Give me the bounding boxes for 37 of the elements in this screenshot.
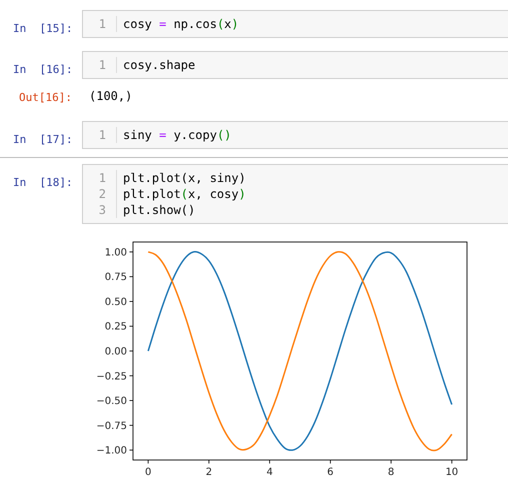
y-tick-label: 0.25 (104, 322, 127, 333)
input-prompt: In [18]: (13, 176, 73, 189)
input-prompt: In [16]: (13, 63, 73, 76)
code-line: cosy = np.cos(x) (123, 16, 239, 32)
code-line: plt.plot(x, cosy) (123, 186, 246, 202)
y-tick-label: −0.50 (96, 396, 127, 408)
code-editor[interactable]: 1 siny = y.copy() (82, 121, 508, 149)
line-number: 1 (98, 127, 106, 143)
code-line: plt.show() (123, 202, 196, 218)
y-tick-label: 0.50 (104, 296, 127, 308)
x-tick-label: 4 (266, 467, 273, 478)
input-prompt: In [15]: (13, 22, 73, 35)
input-prompt: In [17]: (13, 133, 73, 146)
code-line: siny = y.copy() (123, 127, 232, 143)
line-number: 1 (98, 16, 106, 32)
line-number: 1 (98, 57, 106, 73)
code-editor[interactable]: 1 cosy = np.cos(x) (82, 10, 508, 38)
code-line: plt.plot(x, siny) (123, 170, 246, 186)
x-tick-label: 2 (206, 467, 212, 478)
x-tick-label: 10 (445, 467, 458, 478)
output-text: (100,) (88, 88, 132, 105)
y-tick-label: 1.00 (104, 247, 127, 258)
x-tick-label: 0 (145, 467, 152, 478)
y-tick-label: 0.00 (104, 346, 127, 358)
output-prompt: Out[16]: (19, 91, 72, 104)
code-editor[interactable]: 1 2 3 plt.plot(x, siny) plt.plot(x, cosy) plt.show() (82, 164, 508, 224)
y-tick-label: −1.00 (96, 446, 127, 457)
x-tick-label: 6 (327, 467, 334, 478)
line-number: 1 (98, 170, 106, 186)
code-editor[interactable]: 1 cosy.shape (82, 51, 508, 79)
line-number: 2 (98, 186, 106, 202)
y-tick-label: −0.75 (96, 420, 127, 432)
y-tick-label: 0.75 (104, 272, 127, 284)
code-line: cosy.shape (123, 57, 196, 73)
y-tick-label: −0.25 (96, 371, 127, 382)
x-tick-label: 8 (388, 467, 394, 478)
line-number: 3 (98, 202, 106, 218)
